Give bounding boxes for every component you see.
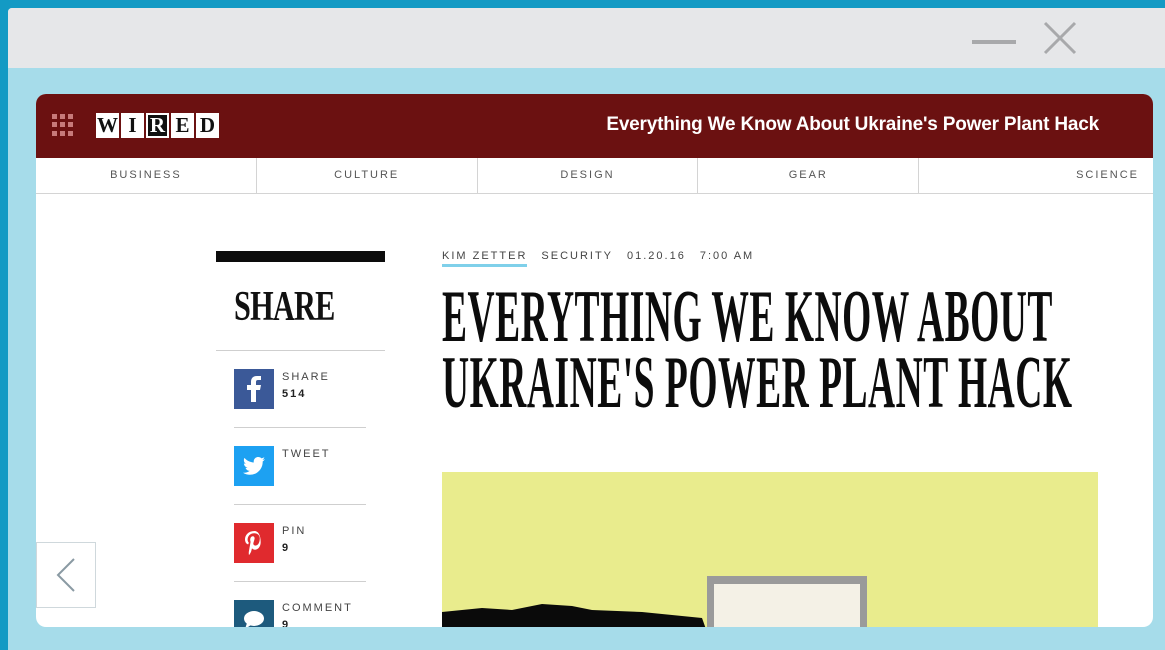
facebook-icon	[234, 369, 274, 409]
share-comment-button[interactable]: COMMENT 9	[234, 582, 366, 627]
twitter-icon	[234, 446, 274, 486]
share-pinterest-button[interactable]: PIN 9	[234, 505, 366, 582]
section-nav: BUSINESS CULTURE DESIGN GEAR SCIENCE	[36, 158, 1153, 194]
share-label: TWEET	[282, 448, 331, 460]
share-bar	[216, 251, 385, 262]
back-button[interactable]	[36, 542, 96, 608]
share-count: 9	[282, 619, 291, 627]
share-count: 514	[282, 388, 307, 400]
article-byline: KIM ZETTER SECURITY 01.20.16 7:00 AM	[442, 250, 754, 267]
nav-item-culture[interactable]: CULTURE	[257, 158, 478, 193]
author-link[interactable]: KIM ZETTER	[442, 250, 528, 267]
article-headline: EVERYTHING WE KNOW ABOUT UKRAINE'S POWER…	[442, 276, 1073, 424]
publish-date: 01.20.16	[627, 250, 686, 262]
nav-item-gear[interactable]: GEAR	[698, 158, 920, 193]
close-icon	[1043, 21, 1077, 55]
minimize-button[interactable]	[972, 40, 1016, 44]
share-twitter-button[interactable]: TWEET	[234, 428, 366, 505]
share-facebook-button[interactable]: SHARE 514	[234, 351, 366, 428]
window-titlebar	[8, 8, 1165, 68]
nav-item-design[interactable]: DESIGN	[478, 158, 699, 193]
headline-line: EVERYTHING WE KNOW ABOUT	[442, 276, 1053, 358]
menu-grid-icon[interactable]	[52, 114, 74, 136]
logo-letter: R	[146, 113, 169, 138]
share-label: SHARE	[282, 371, 330, 383]
close-button[interactable]	[1042, 20, 1078, 56]
wired-logo[interactable]: W I R E D	[96, 113, 219, 138]
header-article-title: Everything We Know About Ukraine's Power…	[606, 114, 1099, 135]
share-heading: SHARE	[234, 284, 335, 330]
logo-letter: D	[196, 113, 219, 138]
logo-letter: E	[171, 113, 194, 138]
nav-item-business[interactable]: BUSINESS	[36, 158, 257, 193]
publish-time: 7:00 AM	[699, 250, 755, 262]
comment-icon	[234, 600, 274, 627]
category-label[interactable]: SECURITY	[541, 250, 613, 267]
web-page: W I R E D Everything We Know About Ukrai…	[36, 94, 1153, 627]
nav-item-science[interactable]: SCIENCE	[919, 158, 1153, 193]
hero-illustration	[442, 576, 867, 627]
share-label: PIN	[282, 525, 307, 537]
logo-letter: I	[121, 113, 144, 138]
chevron-left-icon	[56, 558, 75, 592]
pinterest-icon	[234, 523, 274, 563]
site-header: W I R E D Everything We Know About Ukrai…	[36, 94, 1153, 158]
logo-letter: W	[96, 113, 119, 138]
hero-image	[442, 472, 1098, 627]
share-count: 9	[282, 542, 291, 554]
share-sidebar: SHARE SHARE 514 TWEET PIN 9 COMMENT 9	[216, 251, 386, 627]
share-label: COMMENT	[282, 602, 353, 614]
app-window: W I R E D Everything We Know About Ukrai…	[8, 8, 1165, 650]
headline-line: UKRAINE'S POWER PLANT HACK	[442, 342, 1073, 424]
